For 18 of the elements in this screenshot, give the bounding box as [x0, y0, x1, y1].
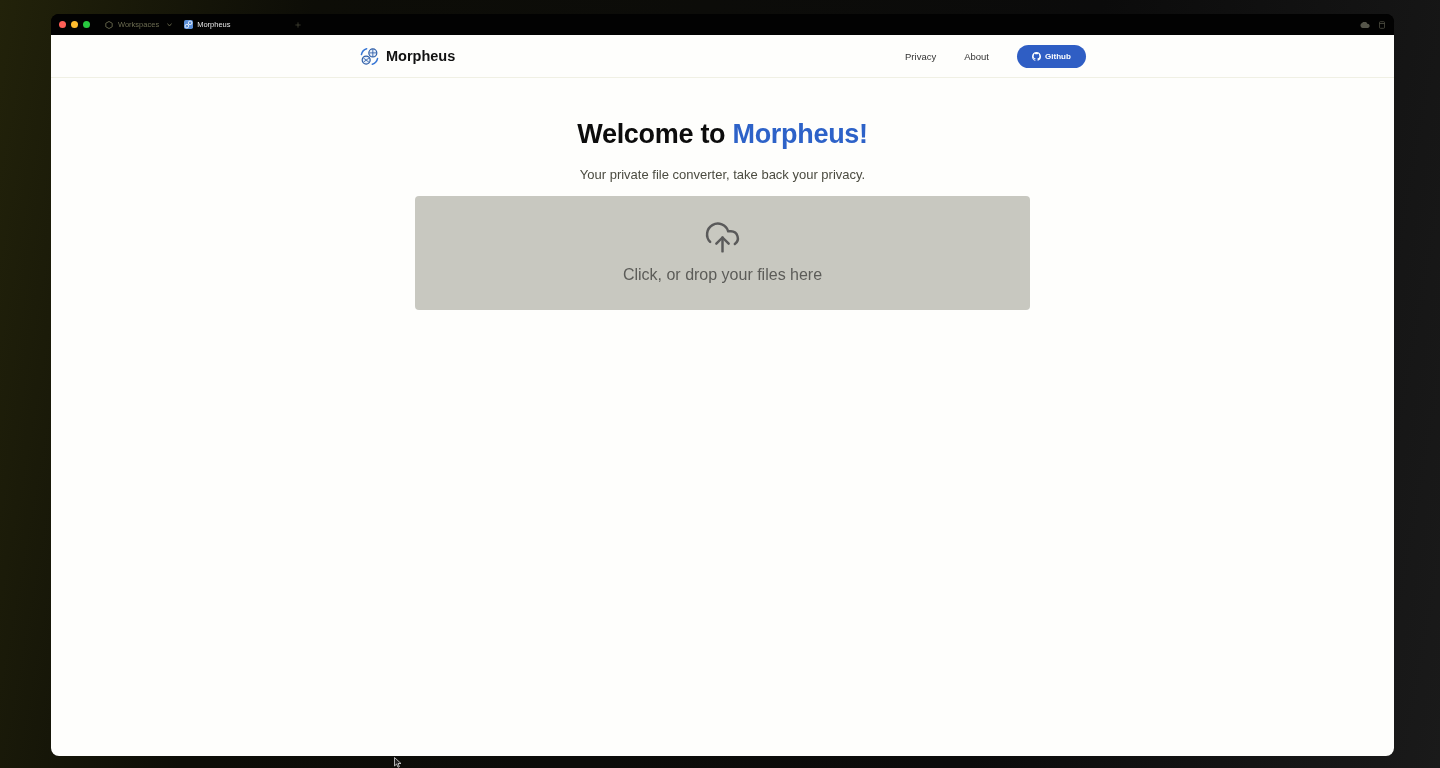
page-subtitle: Your private file converter, take back your privacy.: [579, 166, 866, 184]
window-control-icon[interactable]: [59, 21, 66, 28]
file-dropzone[interactable]: Click, or drop your files here: [415, 196, 1030, 310]
logo-icon: [360, 46, 379, 66]
window-control-icon[interactable]: [83, 21, 90, 28]
github-button[interactable]: Github: [1017, 44, 1086, 68]
nav-link[interactable]: Privacy: [905, 50, 937, 62]
cat-logo-icon: [1032, 51, 1042, 61]
hexagon-icon: [105, 20, 113, 29]
nav-link[interactable]: About: [964, 50, 989, 62]
page-heading: Welcome to Morpheus!: [577, 118, 868, 150]
mouse-pointer-icon: [394, 757, 402, 768]
cloud-icon[interactable]: [1360, 21, 1370, 28]
cloud-upload-icon: [704, 219, 741, 256]
window-control-icon[interactable]: [71, 21, 78, 28]
brand-link[interactable]: Morpheus: [360, 46, 456, 66]
logo-icon: [184, 20, 194, 29]
caret-icon: [167, 22, 173, 27]
